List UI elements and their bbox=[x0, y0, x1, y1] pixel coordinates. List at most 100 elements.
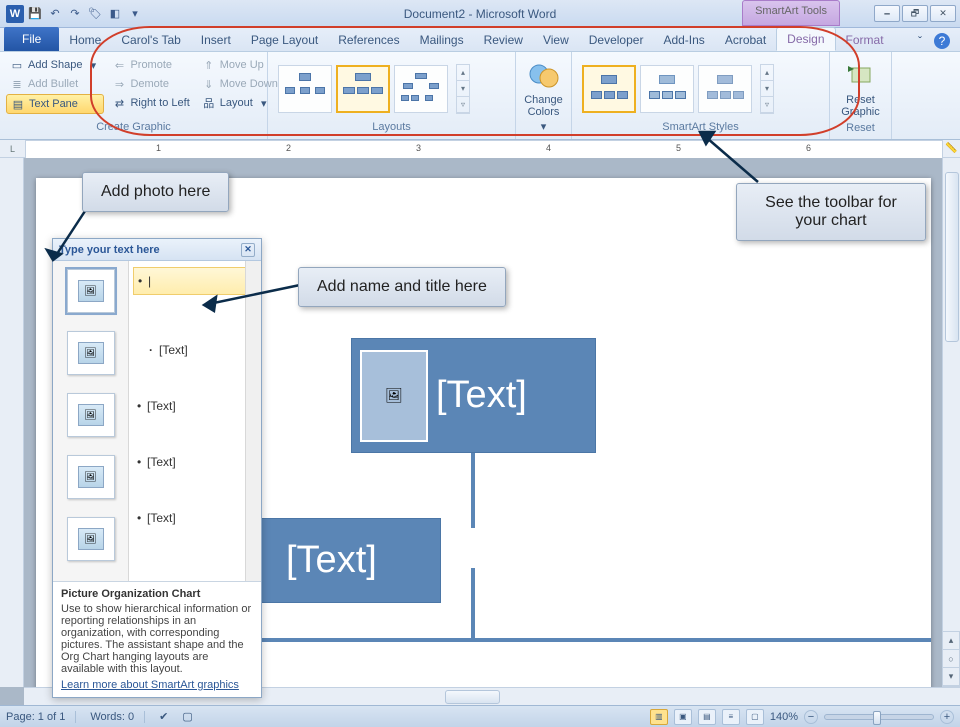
gallery-more-icon[interactable]: ▿ bbox=[457, 97, 469, 113]
move-up-icon: ⇑ bbox=[202, 58, 216, 72]
browse-object-icon[interactable]: ○ bbox=[943, 650, 959, 668]
gallery-down-icon[interactable]: ▾ bbox=[457, 81, 469, 97]
smartart-tools-tab-group: SmartArt Tools bbox=[742, 0, 840, 26]
ribbon-minimize-icon[interactable]: ˇ bbox=[912, 33, 928, 49]
promote-icon: ⇐ bbox=[112, 58, 126, 72]
list-item[interactable]: [Text] bbox=[133, 393, 257, 419]
change-colors-button[interactable]: Change Colors ▾ bbox=[522, 56, 565, 137]
restore-button[interactable]: 🗗 bbox=[902, 5, 928, 22]
tab-mailings[interactable]: Mailings bbox=[410, 29, 474, 51]
shape-thumbnail[interactable]: 🖼 bbox=[67, 517, 115, 561]
save-icon[interactable]: 💾 bbox=[26, 5, 44, 23]
demote-button[interactable]: ⇒Demote bbox=[108, 75, 193, 93]
draft-view-icon[interactable]: ▢ bbox=[746, 709, 764, 725]
scroll-thumb[interactable] bbox=[945, 172, 959, 342]
picture-icon: 🖼 bbox=[78, 404, 104, 426]
tab-format[interactable]: Format bbox=[836, 29, 894, 51]
gallery-down-icon[interactable]: ▾ bbox=[761, 81, 773, 97]
gallery-up-icon[interactable]: ▴ bbox=[457, 65, 469, 81]
vertical-ruler[interactable] bbox=[0, 158, 24, 687]
tab-carols[interactable]: Carol's Tab bbox=[111, 29, 190, 51]
style-option[interactable] bbox=[698, 65, 752, 113]
zoom-level[interactable]: 140% bbox=[770, 711, 798, 723]
layout-option-selected[interactable] bbox=[336, 65, 390, 113]
tab-view[interactable]: View bbox=[533, 29, 579, 51]
tab-design[interactable]: Design bbox=[776, 27, 835, 51]
tab-page-layout[interactable]: Page Layout bbox=[241, 29, 328, 51]
style-option-selected[interactable] bbox=[582, 65, 636, 113]
next-page-icon[interactable]: ▾ bbox=[943, 668, 959, 686]
demote-icon: ⇒ bbox=[112, 77, 126, 91]
tab-home[interactable]: Home bbox=[59, 29, 111, 51]
desc-body: Use to show hierarchical information or … bbox=[61, 603, 251, 675]
prev-page-icon[interactable]: ▴ bbox=[943, 632, 959, 650]
tab-insert[interactable]: Insert bbox=[191, 29, 241, 51]
learn-more-link[interactable]: Learn more about SmartArt graphics bbox=[61, 679, 253, 691]
node-text[interactable]: [Text] bbox=[436, 374, 527, 417]
tab-references[interactable]: References bbox=[328, 29, 409, 51]
node-text[interactable]: [Text] bbox=[286, 539, 377, 582]
file-tab[interactable]: File bbox=[4, 27, 59, 51]
gallery-up-icon[interactable]: ▴ bbox=[761, 65, 773, 81]
shape-thumbnail[interactable]: 🖼 bbox=[67, 331, 115, 375]
text-pane-button[interactable]: ▤Text Pane bbox=[6, 94, 104, 114]
style-option[interactable] bbox=[640, 65, 694, 113]
status-words[interactable]: Words: 0 bbox=[90, 711, 145, 723]
proofing-icon[interactable]: ✔ bbox=[159, 710, 168, 723]
layout-option[interactable] bbox=[278, 65, 332, 113]
web-layout-view-icon[interactable]: ▤ bbox=[698, 709, 716, 725]
zoom-slider[interactable] bbox=[824, 714, 934, 720]
gallery-more-icon[interactable]: ▿ bbox=[761, 97, 773, 113]
shape-thumbnail[interactable]: 🖼 bbox=[67, 455, 115, 499]
reset-graphic-button[interactable]: Reset Graphic bbox=[836, 56, 885, 122]
picture-icon: 🖼 bbox=[385, 387, 403, 404]
smartart-node-top[interactable]: 🖼 [Text] bbox=[351, 338, 596, 453]
zoom-slider-knob[interactable] bbox=[873, 711, 881, 725]
qat-icon[interactable]: ◧ bbox=[106, 5, 124, 23]
ribbon: ▭Add Shape▾ ≣Add Bullet ▤Text Pane ⇐Prom… bbox=[0, 52, 960, 140]
picture-placeholder[interactable]: 🖼 bbox=[360, 350, 428, 442]
tab-review[interactable]: Review bbox=[474, 29, 533, 51]
minimize-button[interactable]: 🗕 bbox=[874, 5, 900, 22]
close-icon[interactable]: ✕ bbox=[241, 243, 255, 257]
list-item[interactable]: [Text] bbox=[133, 505, 257, 531]
picture-icon: 🖼 bbox=[78, 466, 104, 488]
full-screen-view-icon[interactable]: ▣ bbox=[674, 709, 692, 725]
move-down-icon: ⇓ bbox=[202, 77, 216, 91]
macro-icon[interactable]: ▢ bbox=[182, 710, 192, 723]
promote-button[interactable]: ⇐Promote bbox=[108, 56, 193, 74]
qat-icon[interactable]: 🏷 bbox=[86, 5, 104, 23]
tab-selector[interactable]: L bbox=[0, 140, 26, 158]
ruler-scale[interactable]: 1 2 3 4 5 6 bbox=[26, 140, 942, 158]
layout-option[interactable] bbox=[394, 65, 448, 113]
list-item[interactable]: [Text] bbox=[133, 337, 257, 363]
word-icon[interactable]: W bbox=[6, 5, 24, 23]
scroll-thumb[interactable] bbox=[445, 690, 500, 704]
zoom-out-button[interactable]: − bbox=[804, 710, 818, 724]
add-shape-button[interactable]: ▭Add Shape▾ bbox=[6, 56, 104, 74]
list-item[interactable]: [Text] bbox=[133, 449, 257, 475]
help-icon[interactable]: ? bbox=[934, 33, 950, 49]
add-bullet-button[interactable]: ≣Add Bullet bbox=[6, 75, 104, 93]
tab-addins[interactable]: Add-Ins bbox=[653, 29, 714, 51]
redo-icon[interactable]: ↷ bbox=[66, 5, 84, 23]
tab-developer[interactable]: Developer bbox=[579, 29, 654, 51]
close-button[interactable]: ✕ bbox=[930, 5, 956, 22]
undo-icon[interactable]: ↶ bbox=[46, 5, 64, 23]
callout-add-photo: Add photo here bbox=[82, 172, 229, 212]
qat-customize-icon[interactable]: ▾ bbox=[126, 5, 144, 23]
shape-thumbnail[interactable]: 🖼 bbox=[67, 393, 115, 437]
gallery-scroll: ▴ ▾ ▿ bbox=[760, 64, 774, 114]
group-caption: Reset bbox=[836, 122, 885, 137]
right-to-left-button[interactable]: ⇄Right to Left bbox=[108, 94, 193, 112]
smartart-graphic[interactable]: 🖼 [Text] [Text] bbox=[261, 338, 960, 705]
tab-acrobat[interactable]: Acrobat bbox=[715, 29, 776, 51]
vertical-scrollbar[interactable] bbox=[942, 158, 960, 687]
zoom-in-button[interactable]: + bbox=[940, 710, 954, 724]
outline-view-icon[interactable]: ≡ bbox=[722, 709, 740, 725]
status-page[interactable]: Page: 1 of 1 bbox=[6, 711, 76, 723]
ruler-toggle-icon[interactable]: 📏 bbox=[942, 140, 960, 158]
print-layout-view-icon[interactable]: ▥ bbox=[650, 709, 668, 725]
smartart-node-assistant[interactable]: [Text] bbox=[261, 518, 441, 603]
text-pane-icon: ▤ bbox=[11, 97, 25, 111]
